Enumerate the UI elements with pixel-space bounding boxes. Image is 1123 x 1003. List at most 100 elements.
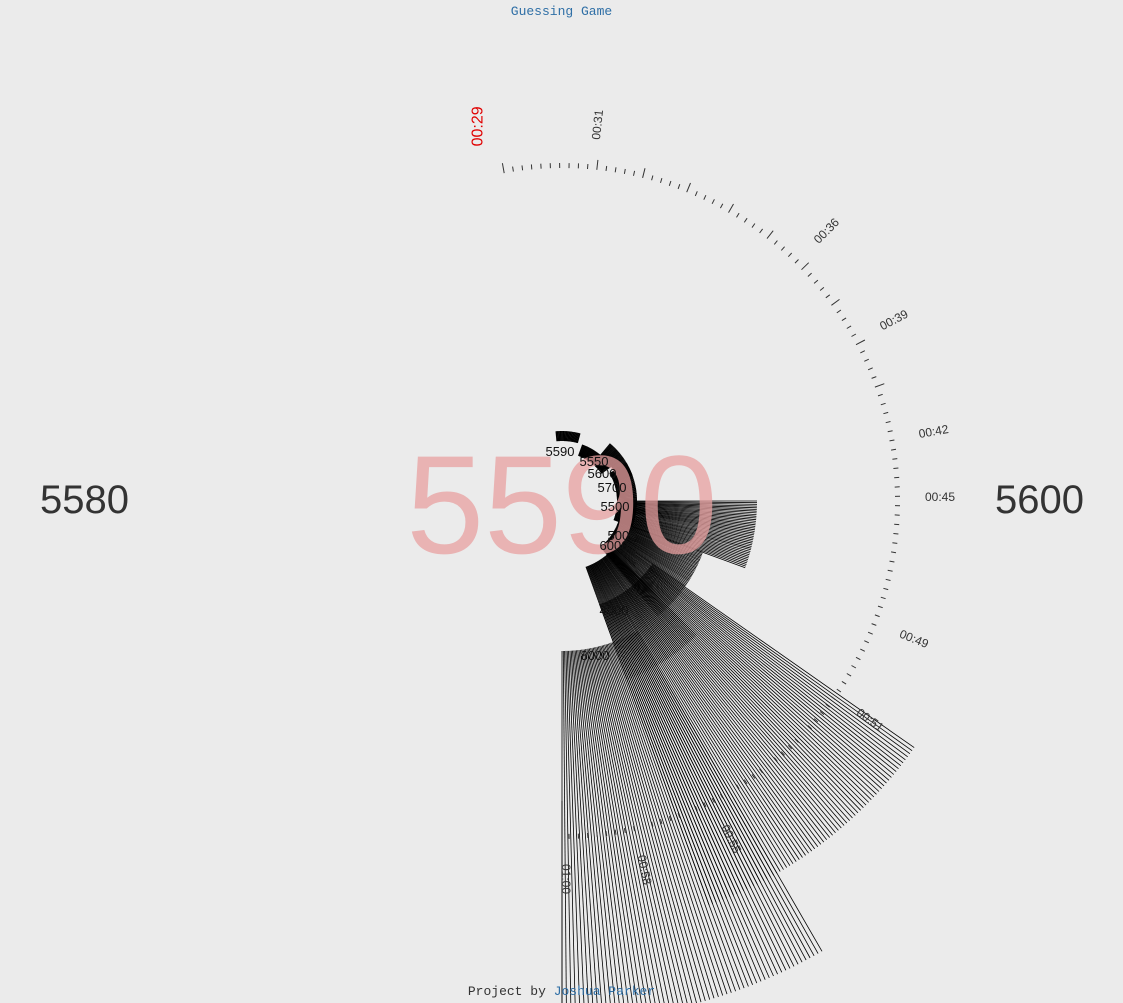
dial-tick bbox=[694, 191, 698, 197]
dial-tick bbox=[651, 175, 654, 181]
dial-tick bbox=[759, 228, 764, 234]
dial-tick bbox=[807, 272, 812, 277]
dial-tick bbox=[851, 333, 857, 337]
dial-tick bbox=[841, 317, 847, 322]
dial-tick bbox=[794, 259, 799, 264]
timer-current: 00:29 bbox=[469, 106, 486, 146]
dial-tick bbox=[887, 430, 893, 433]
dial-tick bbox=[728, 789, 732, 794]
timer-label: 00:42 bbox=[918, 422, 950, 441]
dial-tick bbox=[825, 294, 831, 299]
dial-tick bbox=[819, 287, 825, 291]
dial-tick bbox=[686, 182, 691, 193]
dial-tick bbox=[719, 203, 724, 209]
dial-tick bbox=[855, 656, 861, 661]
timer-label: 00:31 bbox=[589, 109, 606, 141]
dial-tick bbox=[846, 325, 852, 329]
dial-tick bbox=[831, 298, 840, 306]
dial-tick bbox=[801, 262, 810, 271]
dial-tick bbox=[614, 167, 617, 173]
fan-line bbox=[649, 566, 906, 761]
game-canvas: 5590 55905550560057005500500060004000800… bbox=[406, 106, 955, 1003]
dial-tick bbox=[623, 168, 626, 174]
dial-tick bbox=[596, 832, 598, 838]
fan-line bbox=[609, 643, 728, 995]
fan-line bbox=[636, 581, 853, 819]
timer-label: 00:55 bbox=[718, 822, 744, 855]
dial-tick bbox=[614, 829, 617, 835]
dial-tick bbox=[841, 680, 847, 685]
dial-tick bbox=[877, 393, 883, 397]
dial-tick bbox=[766, 763, 771, 768]
fan-line bbox=[646, 570, 895, 775]
dial-tick bbox=[642, 823, 645, 830]
footer: Project by Joshua Parker bbox=[0, 984, 1123, 999]
dial-tick bbox=[889, 439, 895, 442]
dial-tick bbox=[668, 180, 672, 186]
dial-tick bbox=[605, 831, 608, 837]
dial-tick bbox=[831, 696, 836, 701]
dial-tick bbox=[874, 383, 885, 388]
fan-line bbox=[562, 650, 567, 1003]
dial-tick bbox=[860, 648, 866, 652]
fan-line bbox=[616, 640, 753, 985]
fan-line bbox=[640, 577, 872, 800]
dial-tick bbox=[891, 551, 897, 554]
fan-line bbox=[640, 577, 869, 803]
dial-tick bbox=[871, 376, 877, 379]
dial-tick bbox=[677, 184, 681, 190]
timer-label: 01:00 bbox=[559, 864, 573, 894]
fan-line bbox=[631, 585, 836, 834]
dial-tick bbox=[751, 223, 756, 228]
dial-tick bbox=[851, 665, 857, 669]
dial-tick bbox=[877, 605, 883, 609]
dial-tick bbox=[883, 587, 889, 591]
dial-tick bbox=[780, 246, 785, 251]
dial-tick bbox=[605, 165, 608, 171]
dial-tick bbox=[855, 339, 866, 346]
dial-tick bbox=[893, 467, 899, 469]
guess-history-label: 6000 bbox=[600, 538, 629, 553]
dial-tick bbox=[836, 309, 842, 314]
fan-line bbox=[649, 567, 904, 764]
dial-tick bbox=[773, 240, 778, 245]
dial-tick bbox=[889, 560, 895, 563]
timer-label: 00:49 bbox=[897, 627, 930, 651]
dial-tick bbox=[846, 673, 852, 677]
fan-line bbox=[648, 568, 902, 767]
dial-tick bbox=[703, 194, 707, 200]
dial-tick bbox=[867, 367, 873, 371]
dial-tick bbox=[766, 230, 774, 239]
dial-tick bbox=[874, 614, 880, 618]
dial-tick bbox=[892, 458, 898, 460]
dial-tick bbox=[512, 166, 514, 172]
dial-tick bbox=[880, 596, 886, 600]
dial-tick bbox=[521, 165, 524, 171]
dial-tick bbox=[891, 448, 897, 451]
timer-label: 00:36 bbox=[811, 215, 842, 246]
dial-tick bbox=[885, 578, 891, 581]
fan-line bbox=[574, 650, 607, 1003]
dial-tick bbox=[887, 569, 893, 572]
dial-tick bbox=[864, 358, 870, 362]
dial-tick bbox=[885, 421, 891, 424]
author-link[interactable]: Joshua Parker bbox=[554, 984, 655, 999]
dial-tick bbox=[801, 731, 806, 737]
dial-tick bbox=[596, 159, 599, 170]
dial-tick bbox=[867, 631, 873, 635]
dial-tick bbox=[660, 177, 663, 184]
timer-label: 00:51 bbox=[854, 705, 887, 734]
fan-line bbox=[614, 641, 745, 989]
dial-tick bbox=[860, 350, 866, 354]
guess-history-label: 5590 bbox=[546, 444, 575, 459]
guess-history-label: 4000 bbox=[600, 603, 629, 618]
timer-label: 00:45 bbox=[925, 490, 955, 504]
guess-history-label: 8000 bbox=[581, 648, 610, 663]
guess-history-label: 5500 bbox=[601, 499, 630, 514]
dial-tick bbox=[623, 828, 626, 834]
dial-tick bbox=[728, 203, 734, 213]
footer-prefix: Project by bbox=[467, 984, 554, 999]
fan-line bbox=[623, 637, 778, 975]
dial-tick bbox=[893, 533, 899, 535]
dial-tick bbox=[501, 163, 505, 174]
